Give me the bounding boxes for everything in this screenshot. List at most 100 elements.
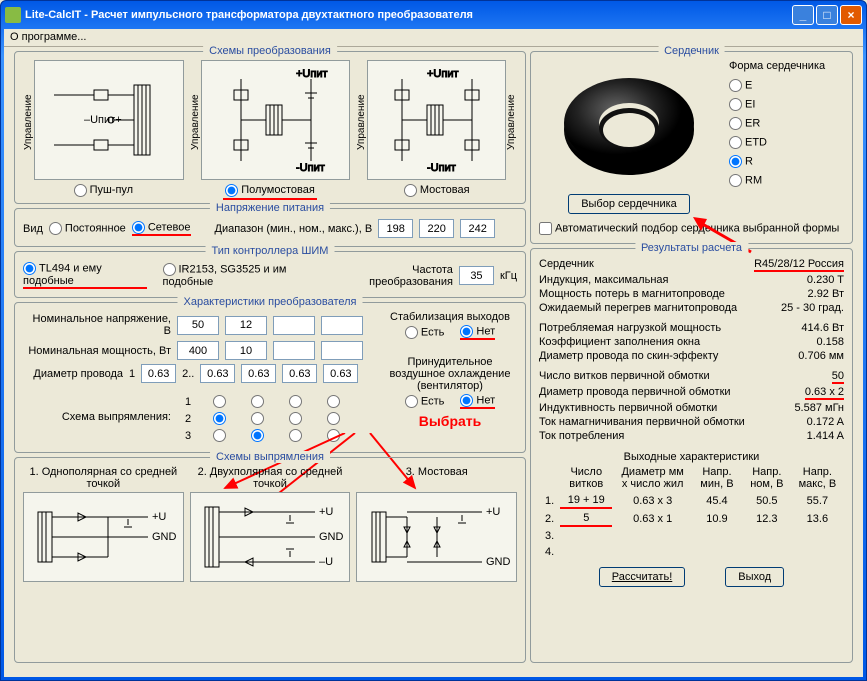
svg-text:+Uпит: +Uпит [427,68,459,80]
rect-2-1[interactable] [213,412,226,425]
nom-power-label: Номинальная мощность, Вт [23,345,171,357]
close-button[interactable]: × [840,5,862,25]
group-title-controller: Тип контроллера ШИМ [206,245,335,257]
rect-2-4[interactable] [327,412,340,425]
shape-r[interactable]: R [729,152,825,171]
group-controller: Тип контроллера ШИМ TL494 и ему подобные… [14,251,526,298]
volt-out2-input[interactable] [225,316,267,335]
radio-stab-no[interactable]: Нет [460,325,495,340]
shape-rm[interactable]: RM [729,171,825,190]
svg-text:GND: GND [319,531,344,543]
radio-ir2153[interactable]: IR2153, SG3525 и им подобные [163,263,329,288]
radio-halfbridge[interactable]: Полумостовая [223,182,317,200]
svg-text:–U: –U [319,556,333,568]
rect-1-1[interactable] [213,395,226,408]
wire-d3-input[interactable] [282,364,317,383]
minimize-button[interactable]: _ [792,5,814,25]
res-b: 0.230 T [807,274,844,286]
select-core-button[interactable]: Выбор сердечника [568,194,690,214]
voltage-kind-label: Вид [23,223,43,235]
calc-button[interactable]: Рассчитать! [599,567,685,587]
res-imag: 0.172 A [807,416,844,428]
volt-nom-input[interactable] [419,219,454,238]
volt-max-input[interactable] [460,219,495,238]
power-out4-input[interactable] [321,341,363,360]
wire-d4-input[interactable] [323,364,358,383]
rect-2-3[interactable] [289,412,302,425]
scheme-halfbridge: Управление +Uпит [190,60,351,197]
res-fill: 0.158 [816,336,844,348]
radio-cool-no[interactable]: Нет [460,394,495,409]
maximize-button[interactable]: □ [816,5,838,25]
ctrl-label: Управление [356,60,367,184]
rect-1-4[interactable] [327,395,340,408]
res-heat: 25 - 30 град. [781,302,844,314]
group-title-core: Сердечник [658,45,725,57]
wire-d2-input[interactable] [241,364,276,383]
wire-d0-input[interactable] [141,364,176,383]
rect-3-3[interactable] [289,429,302,442]
stab-label: Стабилизация выходов [383,311,517,323]
power-out2-input[interactable] [225,341,267,360]
svg-text:+Uпит: +Uпит [296,68,328,80]
scheme-fullbridge-diagram: +Uпит -Uпит [367,60,506,180]
svg-text:+U: +U [319,506,333,518]
shape-e[interactable]: E [729,76,825,95]
wire-d1-input[interactable] [200,364,235,383]
out-row-4: 4. [541,545,842,559]
radio-tl494[interactable]: TL494 и ему подобные [23,262,147,289]
rect-2-2[interactable] [251,412,264,425]
group-schemes: Схемы преобразования Управление [14,51,526,204]
radio-ac[interactable]: Сетевое [132,221,191,236]
nom-volt-label: Номинальное напряжение, В [23,313,171,337]
res-load: 414.6 Вт [801,322,844,334]
rectify-scheme-2: 2. Двухполярная со средней точкой [190,466,351,586]
group-voltage: Напряжение питания Вид Постоянное Сетево… [14,208,526,247]
titlebar: Lite-CalcIT - Расчет импульсного трансфо… [1,1,866,29]
radio-pushpull[interactable]: Пуш-пул [72,182,136,198]
res-skin: 0.706 мм [798,350,844,362]
wire-label: Диаметр провода [23,368,123,380]
shape-ei[interactable]: EI [729,95,825,114]
radio-dc[interactable]: Постоянное [49,222,126,235]
group-title-params: Характеристики преобразователя [177,296,362,308]
out-table: Число витков Диаметр мм x число жил Напр… [539,463,844,561]
power-out1-input[interactable] [177,341,219,360]
window-title: Lite-CalcIT - Расчет импульсного трансфо… [25,9,473,21]
rect-1-3[interactable] [289,395,302,408]
rectify-scheme-1: 1. Однополярная со средней точкой +U [23,466,184,586]
ctrl-label: Управление [190,60,201,184]
power-out3-input[interactable] [273,341,315,360]
freq-input[interactable] [459,266,494,285]
exit-button[interactable]: Выход [725,567,784,587]
volt-out3-input[interactable] [273,316,315,335]
svg-text:+U: +U [152,511,166,523]
auto-core-checkbox[interactable]: Автоматический подбор сердечника выбранн… [539,222,839,235]
ctrl-label: Управление [23,60,34,184]
res-icons: 1.414 A [807,430,844,442]
shape-etd[interactable]: ETD [729,133,825,152]
out-row-3: 3. [541,529,842,543]
svg-text:GND: GND [152,531,177,543]
menu-about[interactable]: О программе... [10,31,86,43]
shape-er[interactable]: ER [729,114,825,133]
rect-3-1[interactable] [213,429,226,442]
rect-3-2[interactable] [251,429,264,442]
out-title: Выходные характеристики [539,451,844,463]
rect-3-4[interactable] [327,429,340,442]
scheme-pushpull-diagram: –Uпит+ [34,60,184,180]
volt-out1-input[interactable] [177,316,219,335]
rect-1-2[interactable] [251,395,264,408]
menubar: О программе... [4,29,863,47]
volt-min-input[interactable] [378,219,413,238]
scheme-halfbridge-diagram: +Uпит -Uпит [201,60,351,180]
freq-unit: кГц [500,270,517,282]
volt-out4-input[interactable] [321,316,363,335]
group-rectify: Схемы выпрямления 1. Однополярная со сре… [14,457,526,663]
group-results: Результаты расчета СердечникR45/28/12 Ро… [530,248,853,663]
res-turns: 50 [832,370,844,384]
radio-stab-yes[interactable]: Есть [405,326,444,339]
radio-cool-yes[interactable]: Есть [405,395,444,408]
out-row-1: 1. 19 + 19 0.63 x 3 45.4 50.5 55.7 [541,493,842,509]
radio-fullbridge[interactable]: Мостовая [402,182,472,198]
